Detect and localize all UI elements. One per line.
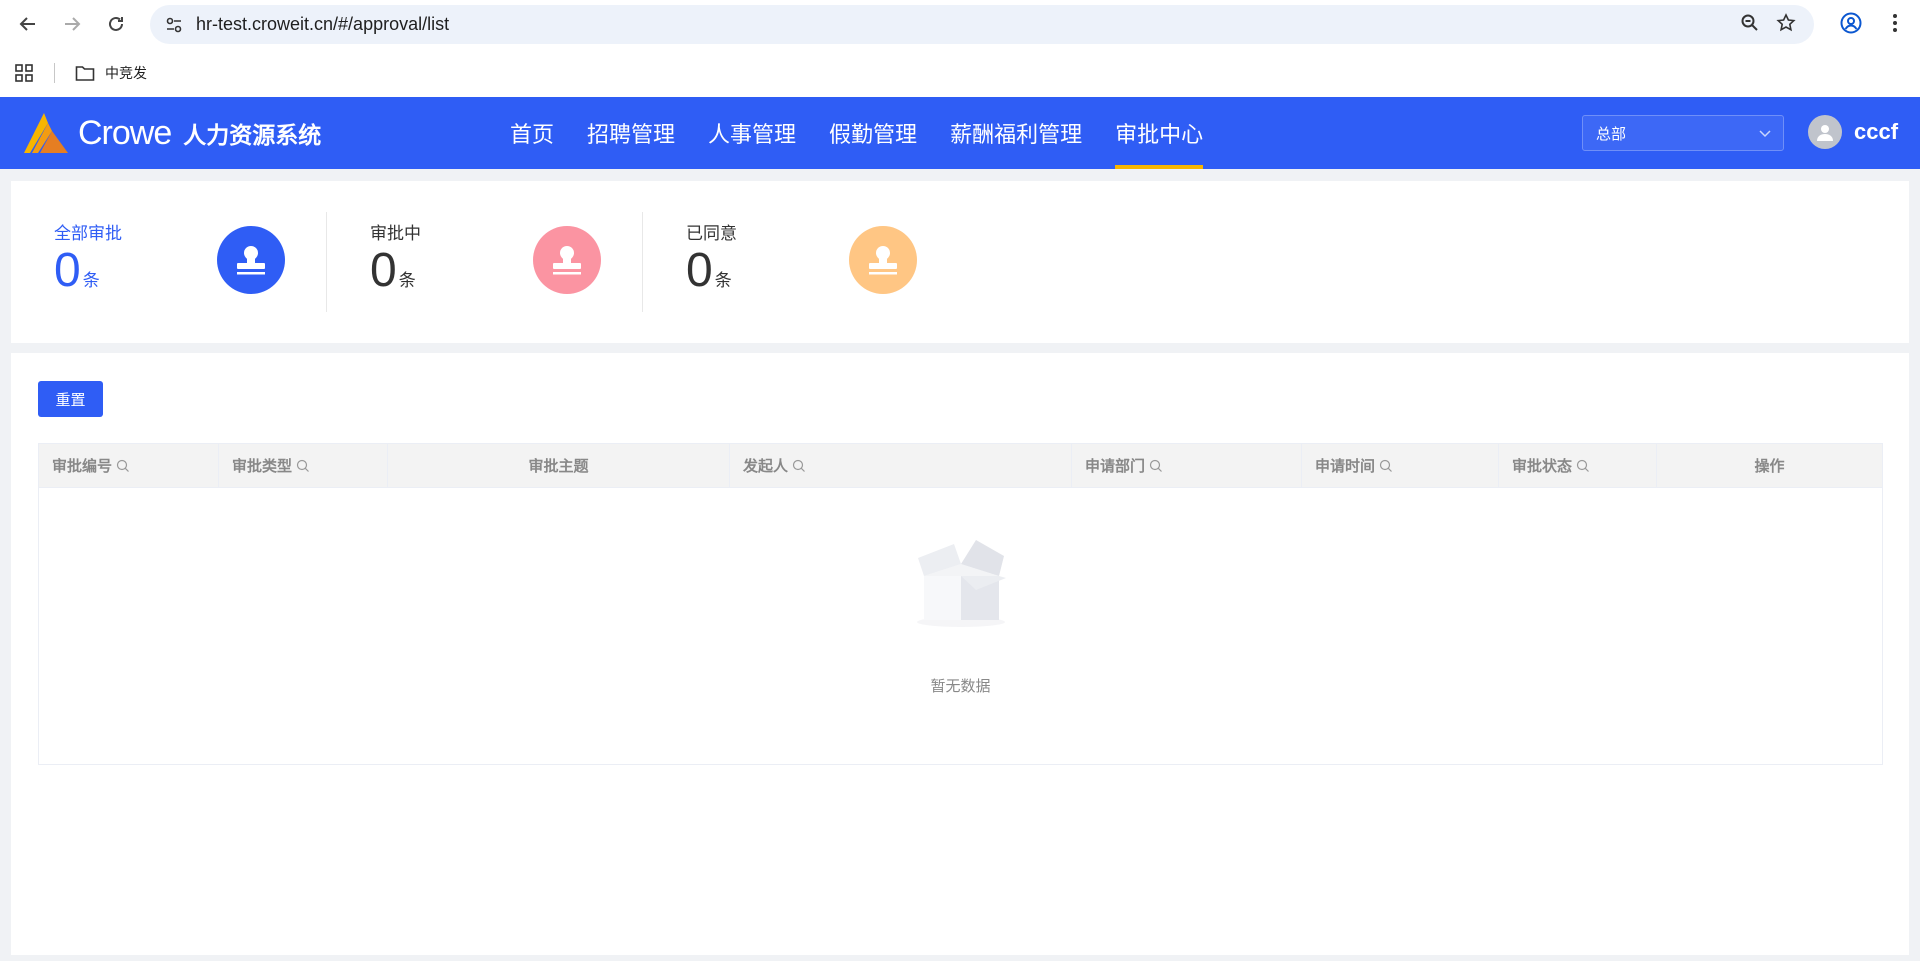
browser-toolbar: hr-test.croweit.cn/#/approval/list xyxy=(0,0,1920,48)
stat-in-review[interactable]: 审批中 0 条 xyxy=(327,181,643,343)
stamp-icon xyxy=(849,226,917,294)
bookmark-folder[interactable]: 中竞发 xyxy=(75,63,147,83)
user-name: cccf xyxy=(1854,119,1899,144)
column-label: 申请时间 xyxy=(1315,457,1376,475)
address-bar[interactable]: hr-test.croweit.cn/#/approval/list xyxy=(150,5,1814,44)
column-label: 审批类型 xyxy=(232,457,293,475)
back-arrow-icon xyxy=(19,17,35,31)
search-icon[interactable] xyxy=(296,459,310,473)
column-label: 审批状态 xyxy=(1512,457,1573,475)
apps-grid-icon[interactable] xyxy=(14,63,34,83)
logo-text: Crowe xyxy=(78,113,172,152)
org-select-value: 总部 xyxy=(1596,124,1627,143)
column-label: 操作 xyxy=(1754,457,1785,475)
search-icon[interactable] xyxy=(1576,459,1590,473)
search-icon[interactable] xyxy=(792,459,806,473)
stat-count-number: 0 xyxy=(370,244,397,297)
url-text[interactable]: hr-test.croweit.cn/#/approval/list xyxy=(196,14,449,35)
column-header-apply-time[interactable]: 申请时间 xyxy=(1302,444,1499,487)
chevron-down-icon xyxy=(1759,124,1771,142)
stat-count: 0 条 xyxy=(370,243,416,298)
folder-icon xyxy=(75,65,95,81)
forward-arrow-icon xyxy=(65,17,81,31)
column-header-status[interactable]: 审批状态 xyxy=(1499,444,1657,487)
stat-label: 审批中 xyxy=(370,224,421,244)
forward-button[interactable] xyxy=(56,8,88,40)
bookmark-folder-label: 中竞发 xyxy=(105,65,147,82)
back-button[interactable] xyxy=(12,8,44,40)
nav-item-recruitment[interactable]: 招聘管理 xyxy=(587,97,675,169)
stamp-icon xyxy=(217,226,285,294)
stat-count-unit: 条 xyxy=(82,271,100,291)
stat-approved[interactable]: 已同意 0 条 xyxy=(643,181,959,343)
column-label: 审批主题 xyxy=(528,457,589,475)
org-select[interactable]: 总部 xyxy=(1582,115,1784,151)
empty-box-icon xyxy=(914,534,1009,633)
nav-item-home[interactable]: 首页 xyxy=(510,97,554,169)
zoom-icon[interactable] xyxy=(1740,13,1760,37)
column-header-approval-type[interactable]: 审批类型 xyxy=(219,444,388,487)
app-header: Crowe 人力资源系统 首页 招聘管理 人事管理 假勤管理 薪酬福利管理 审批… xyxy=(0,97,1920,169)
approval-list-panel: 重置 审批编号 审批类型 审批主题 发起人 申请部门 申请时间 审批状态 操作 … xyxy=(11,353,1909,955)
main-nav: 首页 招聘管理 人事管理 假勤管理 薪酬福利管理 审批中心 xyxy=(510,97,1236,169)
stamp-icon xyxy=(533,226,601,294)
stat-label: 已同意 xyxy=(686,224,737,244)
stat-count-number: 0 xyxy=(686,244,713,297)
avatar xyxy=(1808,115,1842,149)
column-label: 发起人 xyxy=(743,457,789,475)
column-header-department[interactable]: 申请部门 xyxy=(1072,444,1302,487)
search-icon[interactable] xyxy=(116,459,130,473)
empty-state: 暂无数据 xyxy=(39,488,1882,764)
stat-count: 0 条 xyxy=(54,243,100,298)
search-icon[interactable] xyxy=(1149,459,1163,473)
column-header-initiator[interactable]: 发起人 xyxy=(730,444,1072,487)
column-label: 申请部门 xyxy=(1085,457,1146,475)
site-settings-icon[interactable] xyxy=(162,13,186,37)
system-name: 人力资源系统 xyxy=(183,123,322,149)
profile-icon[interactable] xyxy=(1836,8,1866,38)
stat-all-approvals[interactable]: 全部审批 0 条 xyxy=(11,181,327,343)
approval-table: 审批编号 审批类型 审批主题 发起人 申请部门 申请时间 审批状态 操作 暂无数… xyxy=(38,443,1883,765)
stat-label: 全部审批 xyxy=(54,224,122,244)
stat-count-number: 0 xyxy=(54,244,81,297)
nav-item-attendance[interactable]: 假勤管理 xyxy=(829,97,917,169)
reset-button[interactable]: 重置 xyxy=(38,381,103,417)
column-header-subject: 审批主题 xyxy=(388,444,730,487)
reload-button[interactable] xyxy=(100,8,132,40)
stat-count-unit: 条 xyxy=(714,271,732,291)
column-header-actions: 操作 xyxy=(1657,444,1882,487)
table-header: 审批编号 审批类型 审批主题 发起人 申请部门 申请时间 审批状态 操作 xyxy=(39,444,1882,488)
search-icon[interactable] xyxy=(1379,459,1393,473)
nav-item-personnel[interactable]: 人事管理 xyxy=(708,97,796,169)
empty-text: 暂无数据 xyxy=(930,677,991,695)
approval-stats: 全部审批 0 条 审批中 0 条 已同意 0 条 xyxy=(11,181,1909,343)
stat-count: 0 条 xyxy=(686,243,732,298)
nav-item-approval-center[interactable]: 审批中心 xyxy=(1115,97,1204,169)
stat-count-unit: 条 xyxy=(398,271,416,291)
brand[interactable]: Crowe 人力资源系统 xyxy=(22,111,321,155)
user-icon xyxy=(1817,125,1833,141)
column-header-approval-no[interactable]: 审批编号 xyxy=(39,444,219,487)
column-label: 审批编号 xyxy=(52,457,113,475)
nav-item-compensation[interactable]: 薪酬福利管理 xyxy=(950,97,1082,169)
browser-menu-icon[interactable] xyxy=(1880,8,1910,38)
reload-icon xyxy=(109,16,123,31)
bookmarks-bar: 中竞发 xyxy=(0,48,1920,97)
crowe-logo-icon xyxy=(24,113,68,153)
user-menu[interactable]: cccf xyxy=(1808,115,1898,149)
bookmark-star-icon[interactable] xyxy=(1776,12,1796,37)
bookmarks-separator xyxy=(54,62,55,83)
